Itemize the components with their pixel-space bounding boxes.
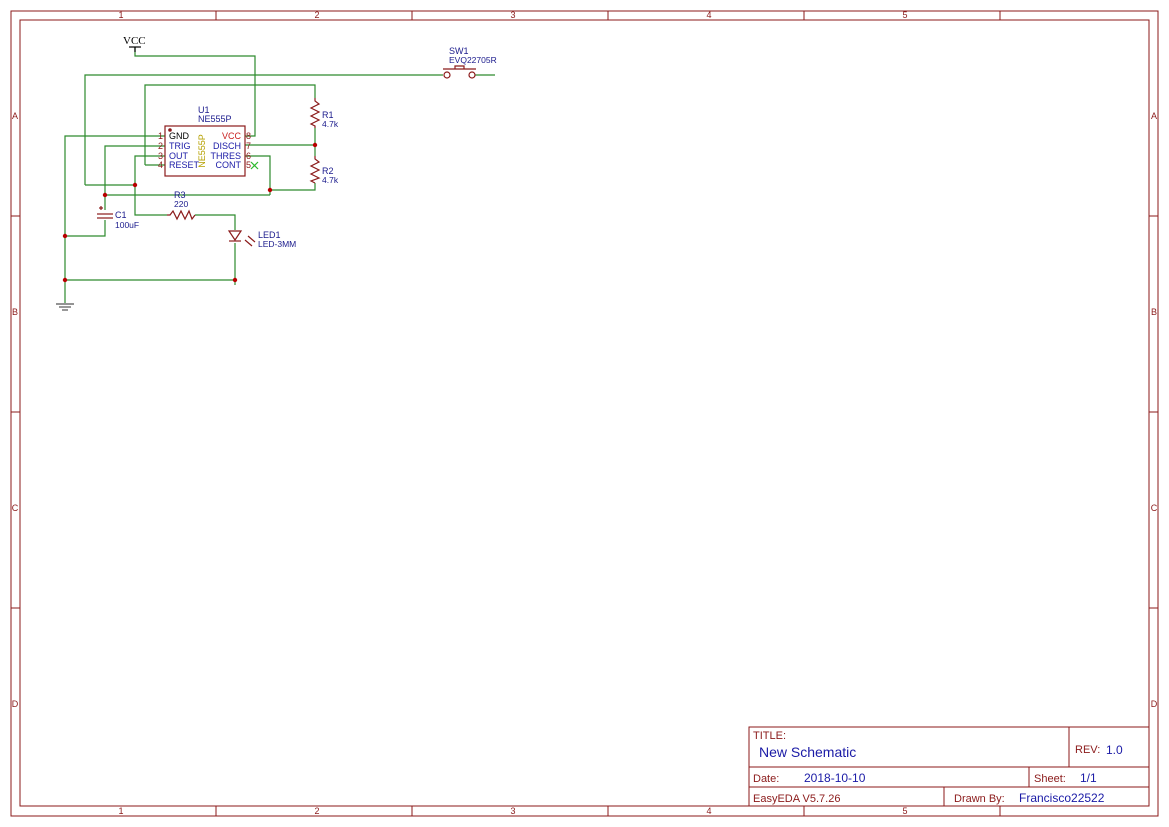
row-label-right-d: D [1151,699,1158,709]
r3-resistor[interactable] [167,209,196,221]
u1-pin-7-name: DISCH [213,141,241,151]
sw1-pushbutton[interactable] [443,65,476,79]
title-value: New Schematic [759,744,856,760]
u1-pin-4-name: RESET [169,160,200,170]
row-label-right-c: C [1151,503,1158,513]
u1-pin-2-num: 2 [158,141,163,151]
col-label-bottom-2: 2 [314,806,319,816]
rev-label: REV: [1075,744,1100,756]
col-label-top-3: 3 [510,10,515,20]
col-label-bottom-3: 3 [510,806,515,816]
rev-value: 1.0 [1106,743,1123,757]
u1-pin-5-name: CONT [216,160,242,170]
u1-pin-2-name: TRIG [169,141,191,151]
sheet-value: 1/1 [1080,771,1097,785]
schematic-sheet: 1 2 3 4 5 1 2 3 4 5 A B C D A B C D TITL… [10,10,1159,817]
software-label: EasyEDA V5.7.26 [753,793,840,805]
r1-value: 4.7k [322,119,339,129]
row-label-left-b: B [12,307,18,317]
date-label: Date: [753,773,779,785]
col-label-top-1: 1 [118,10,123,20]
wires [64,47,495,303]
row-label-right-a: A [1151,111,1157,121]
r3-value: 220 [174,199,188,209]
row-label-left-c: C [12,503,19,513]
col-label-top-2: 2 [314,10,319,20]
no-connect-marker [250,161,259,170]
col-label-top-5: 5 [902,10,907,20]
u1-pin-8-num: 8 [246,131,251,141]
vcc-symbol[interactable] [129,46,141,52]
r2-resistor[interactable] [309,156,321,184]
row-label-left-d: D [12,699,19,709]
u1-pin-7-num: 7 [246,141,251,151]
sw1-value: EVQ22705R [449,55,497,65]
r2-value: 4.7k [322,175,339,185]
row-label-left-a: A [12,111,18,121]
led1-diode[interactable] [227,230,256,247]
c1-value: 100uF [115,220,139,230]
c1-designator: C1 [115,210,127,220]
ground-symbol[interactable] [56,303,74,311]
u1-pin-5-num: 5 [246,160,251,170]
vcc-label: VCC [123,35,146,47]
led1-value: LED-3MM [258,239,296,249]
drawn-by-label: Drawn By: [954,793,1005,805]
title-label: TITLE: [753,730,786,742]
col-label-top-4: 4 [706,10,711,20]
u1-pin-1-name: GND [169,131,190,141]
col-label-bottom-4: 4 [706,806,711,816]
date-value: 2018-10-10 [804,771,866,785]
u1-pin-8-name: VCC [222,131,242,141]
u1-pin-4-num: 4 [158,160,163,170]
r1-resistor[interactable] [309,98,321,128]
sheet-label: Sheet: [1034,773,1066,785]
col-label-bottom-1: 1 [118,806,123,816]
u1-value: NE555P [198,114,232,124]
u1-pin-1-num: 1 [158,131,163,141]
col-label-bottom-5: 5 [902,806,907,816]
drawn-by-value: Francisco22522 [1019,791,1105,805]
row-label-right-b: B [1151,307,1157,317]
